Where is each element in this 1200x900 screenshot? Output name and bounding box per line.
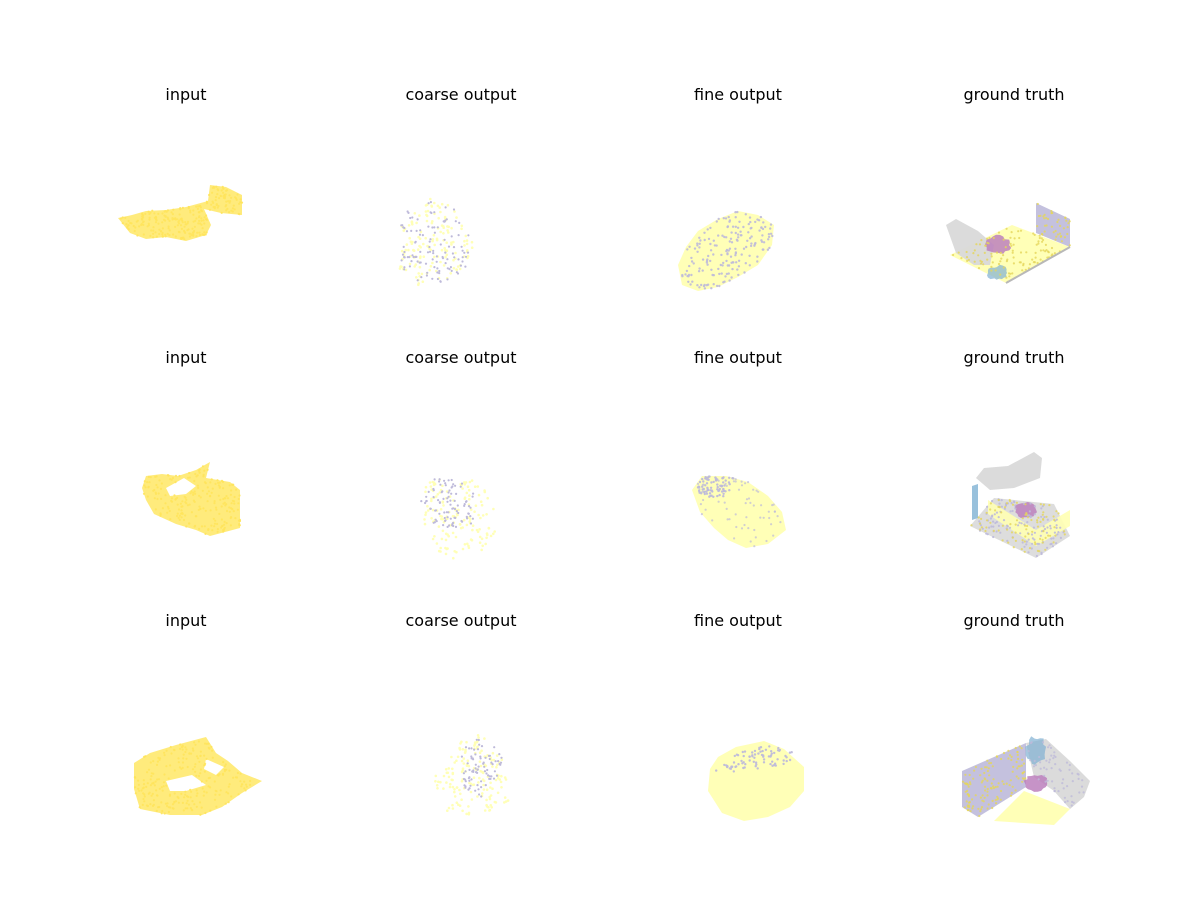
panel-gt-1: ground truth xyxy=(894,85,1134,325)
point-cloud-fine-1 xyxy=(678,210,774,291)
panel-title: fine output xyxy=(694,85,782,104)
panel-coarse-3: coarse output xyxy=(341,611,581,851)
cloud-region xyxy=(972,484,978,520)
panel-title: input xyxy=(165,85,207,104)
point-cloud-gt-3 xyxy=(961,736,1090,825)
panel-coarse-1: coarse output xyxy=(341,85,581,325)
panel-gt-2: ground truth xyxy=(894,348,1134,588)
point-cloud-input-3 xyxy=(133,737,262,816)
panel-title: coarse output xyxy=(405,85,517,104)
cloud-points xyxy=(434,734,510,816)
panel-title: ground truth xyxy=(963,348,1065,367)
panel-title: ground truth xyxy=(963,611,1065,630)
cloud-region xyxy=(1023,775,1048,792)
panel-gt-3: ground truth xyxy=(894,611,1134,851)
panel-title: coarse output xyxy=(405,611,517,630)
figure: input coarse output fine output ground t… xyxy=(0,0,1200,900)
point-cloud-input-2 xyxy=(142,462,242,536)
panel-fine-2: fine output xyxy=(618,348,858,588)
cloud-region xyxy=(692,476,786,548)
point-cloud-coarse-3 xyxy=(434,734,510,816)
cloud-points xyxy=(398,197,474,287)
point-cloud-coarse-2 xyxy=(420,478,496,560)
point-cloud-fine-3 xyxy=(708,741,804,821)
panel-coarse-2: coarse output xyxy=(341,348,581,588)
cloud-points xyxy=(420,478,475,528)
cloud-region xyxy=(976,452,1042,490)
panel-fine-1: fine output xyxy=(618,85,858,325)
panel-input-3: input xyxy=(66,611,306,851)
panel-title: fine output xyxy=(694,611,782,630)
panel-title: ground truth xyxy=(963,85,1065,104)
panel-input-2: input xyxy=(66,348,306,588)
point-cloud-coarse-1 xyxy=(398,197,474,287)
point-cloud-gt-2 xyxy=(970,452,1070,558)
point-cloud-input-1 xyxy=(118,185,244,241)
panel-input-1: input xyxy=(66,85,306,325)
panel-fine-3: fine output xyxy=(618,611,858,851)
panel-title: input xyxy=(165,348,207,367)
panel-title: input xyxy=(165,611,207,630)
point-cloud-fine-2 xyxy=(692,475,786,548)
point-cloud-gt-1 xyxy=(946,202,1071,284)
panel-title: fine output xyxy=(694,348,782,367)
panel-title: coarse output xyxy=(405,348,517,367)
